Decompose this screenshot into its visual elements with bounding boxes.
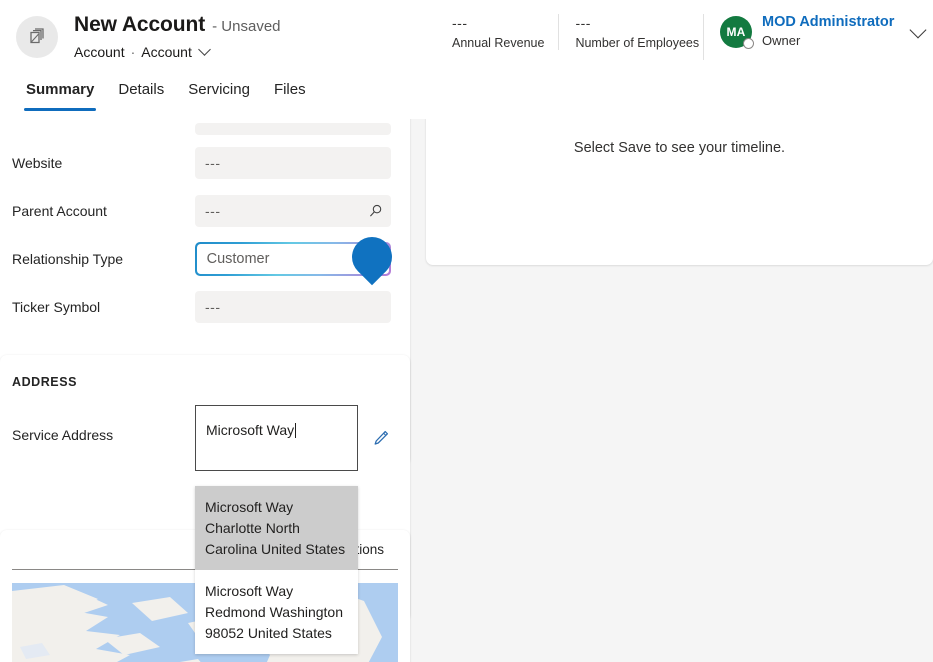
chevron-down-icon[interactable] (909, 21, 927, 39)
record-state: - Unsaved (212, 18, 281, 35)
tab-details[interactable]: Details (106, 78, 176, 111)
service-address-value: Microsoft Way (206, 422, 295, 438)
record-header: New Account - Unsaved Account · Account … (0, 0, 933, 119)
option-line: Microsoft Way (205, 499, 294, 515)
account-icon (16, 16, 58, 58)
avatar: MA (720, 16, 754, 49)
field-row-service-address: Service Address Microsoft Way (0, 405, 410, 471)
address-section-heading: ADDRESS (12, 375, 77, 389)
app-root: New Account - Unsaved Account · Account … (0, 0, 933, 662)
search-icon[interactable] (368, 204, 383, 219)
owner-role-label: Owner (762, 33, 801, 48)
ticker-symbol-input[interactable]: --- (195, 291, 391, 323)
field-row-ticker-symbol: Ticker Symbol --- (0, 283, 410, 331)
website-input[interactable]: --- (195, 147, 391, 179)
chevron-down-icon[interactable] (197, 42, 211, 56)
field-label-service-address: Service Address (12, 427, 114, 443)
presence-indicator-icon (743, 38, 754, 49)
field-row-parent-account: Parent Account --- (0, 187, 410, 235)
option-line: Charlotte North (205, 520, 300, 536)
header-stats: --- Annual Revenue --- Number of Employe… (452, 14, 713, 60)
address-autocomplete-dropdown[interactable]: Microsoft Way Charlotte North Carolina U… (195, 486, 358, 654)
header-top-row: New Account - Unsaved Account · Account … (0, 0, 933, 76)
tab-servicing[interactable]: Servicing (176, 78, 262, 111)
option-line: Carolina United States (205, 541, 346, 557)
option-line: Redmond Washington (205, 604, 344, 620)
form-tabs: Summary Details Servicing Files (0, 78, 318, 111)
field-row-website: Website --- (0, 139, 410, 187)
option-line: Microsoft Way (205, 583, 294, 599)
field-value: --- (205, 299, 221, 315)
pencil-icon[interactable] (372, 429, 390, 447)
option-line: 98052 United States (205, 625, 332, 641)
avatar-initials: MA (726, 25, 746, 39)
service-address-input[interactable]: Microsoft Way (195, 405, 358, 471)
form-selector-label[interactable]: Account (141, 44, 192, 60)
stat-label: Number of Employees (575, 36, 700, 50)
title-block: New Account - Unsaved Account · Account (74, 13, 281, 60)
tab-files[interactable]: Files (262, 78, 318, 111)
field-value: --- (205, 203, 221, 219)
stat-value: --- (452, 15, 468, 31)
field-row-relationship-type: Relationship Type Customer (0, 235, 410, 283)
field-value: --- (205, 155, 221, 171)
field-label-ticker-symbol: Ticker Symbol (12, 299, 101, 315)
owner-name-link[interactable]: MOD Administrator (762, 14, 894, 30)
breadcrumb: Account · Account (74, 42, 281, 60)
timeline-card: Almost there Select Save to see your tim… (426, 119, 933, 265)
field-label-website: Website (12, 155, 63, 171)
tab-summary[interactable]: Summary (14, 78, 106, 111)
timeline-empty-subtitle: Select Save to see your timeline. (573, 140, 786, 156)
owner-text: MOD Administrator Owner (762, 14, 894, 48)
form-body: Website --- Parent Account --- Relations… (0, 119, 933, 662)
autocomplete-option-1[interactable]: Microsoft Way Charlotte North Carolina U… (195, 486, 358, 570)
clipped-input[interactable] (195, 123, 391, 135)
breadcrumb-entity: Account (74, 44, 125, 60)
text-caret (295, 423, 297, 438)
page-title: New Account (74, 13, 206, 36)
field-label-parent-account: Parent Account (12, 203, 107, 219)
parent-account-lookup-input[interactable]: --- (195, 195, 391, 227)
stat-annual-revenue: --- Annual Revenue (452, 14, 558, 50)
owner-block[interactable]: MA MOD Administrator Owner (703, 14, 927, 60)
stat-number-of-employees: --- Number of Employees (558, 14, 713, 50)
breadcrumb-separator: · (130, 44, 136, 60)
stat-value: --- (575, 15, 591, 31)
title-line: New Account - Unsaved (74, 13, 281, 37)
field-label-relationship-type: Relationship Type (12, 251, 124, 267)
stat-label: Annual Revenue (452, 36, 545, 50)
autocomplete-option-2[interactable]: Microsoft Way Redmond Washington 98052 U… (195, 570, 358, 654)
field-value: Customer (206, 251, 270, 267)
field-row-clipped (0, 119, 410, 139)
